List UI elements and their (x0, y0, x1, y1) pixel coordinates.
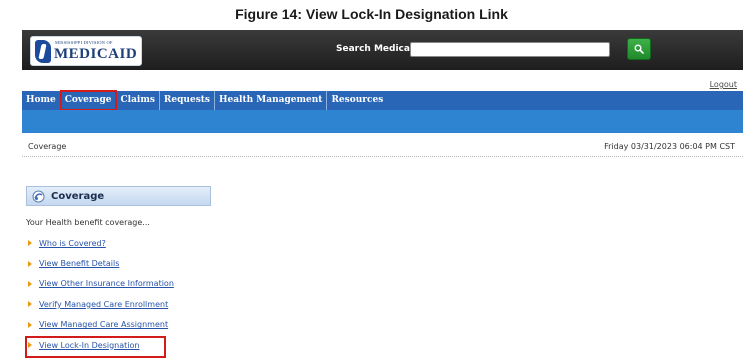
bullet-arrow-icon (28, 260, 32, 267)
view-benefit-details-link[interactable]: View Benefit Details (39, 259, 119, 268)
view-other-insurance-link[interactable]: View Other Insurance Information (39, 279, 174, 288)
list-item: View Other Insurance Information (28, 274, 228, 294)
search-input[interactable] (410, 42, 610, 57)
nav-coverage[interactable]: Coverage (59, 90, 118, 111)
bullet-arrow-icon (28, 301, 32, 308)
medicaid-portal-screen: MISSISSIPPI DIVISION OF MEDICAID Search … (22, 30, 743, 361)
breadcrumb: Coverage (28, 142, 67, 151)
figure-caption: Figure 14: View Lock-In Designation Link (235, 6, 508, 22)
sub-nav-bar (22, 110, 743, 133)
nav-resources[interactable]: Resources (327, 91, 387, 110)
search-icon (634, 44, 644, 54)
coverage-link-list: Who is Covered? View Benefit Details Vie… (25, 233, 228, 359)
who-is-covered-link[interactable]: Who is Covered? (39, 239, 106, 248)
search-button[interactable] (627, 38, 651, 60)
nav-health-management[interactable]: Health Management (215, 91, 328, 110)
main-nav: Home Coverage Claims Requests Health Man… (22, 90, 743, 111)
medicaid-logo[interactable]: MISSISSIPPI DIVISION OF MEDICAID (30, 36, 142, 66)
nav-requests[interactable]: Requests (160, 91, 215, 110)
site-header: MISSISSIPPI DIVISION OF MEDICAID Search … (22, 30, 743, 70)
bullet-arrow-icon (28, 280, 32, 287)
logo-title: MEDICAID (54, 46, 138, 62)
view-managed-care-assignment-link[interactable]: View Managed Care Assignment (39, 320, 168, 329)
state-emblem-icon (35, 40, 51, 63)
coverage-panel-header: Coverage (26, 186, 211, 206)
coverage-description: Your Health benefit coverage... (26, 218, 150, 227)
logo-subtitle: MISSISSIPPI DIVISION OF (55, 40, 113, 45)
view-lock-in-designation-link[interactable]: View Lock-In Designation (39, 341, 139, 350)
coverage-icon (32, 190, 45, 203)
list-item: View Managed Care Assignment (28, 315, 228, 335)
bullet-arrow-icon (28, 321, 32, 328)
coverage-panel-title: Coverage (51, 191, 105, 202)
nav-claims[interactable]: Claims (116, 91, 160, 110)
logout-link[interactable]: Logout (710, 80, 737, 89)
list-item: View Benefit Details (28, 253, 228, 273)
verify-managed-care-enrollment-link[interactable]: Verify Managed Care Enrollment (39, 300, 168, 309)
nav-home[interactable]: Home (22, 91, 61, 110)
list-item: Verify Managed Care Enrollment (28, 294, 228, 314)
breadcrumb-row: Coverage Friday 03/31/2023 06:04 PM CST (22, 139, 743, 157)
bullet-arrow-icon (28, 240, 32, 247)
bullet-arrow-icon (28, 342, 32, 349)
list-item: View Lock-In Designation (25, 335, 228, 359)
current-datetime: Friday 03/31/2023 06:04 PM CST (604, 142, 735, 151)
list-item: Who is Covered? (28, 233, 228, 253)
